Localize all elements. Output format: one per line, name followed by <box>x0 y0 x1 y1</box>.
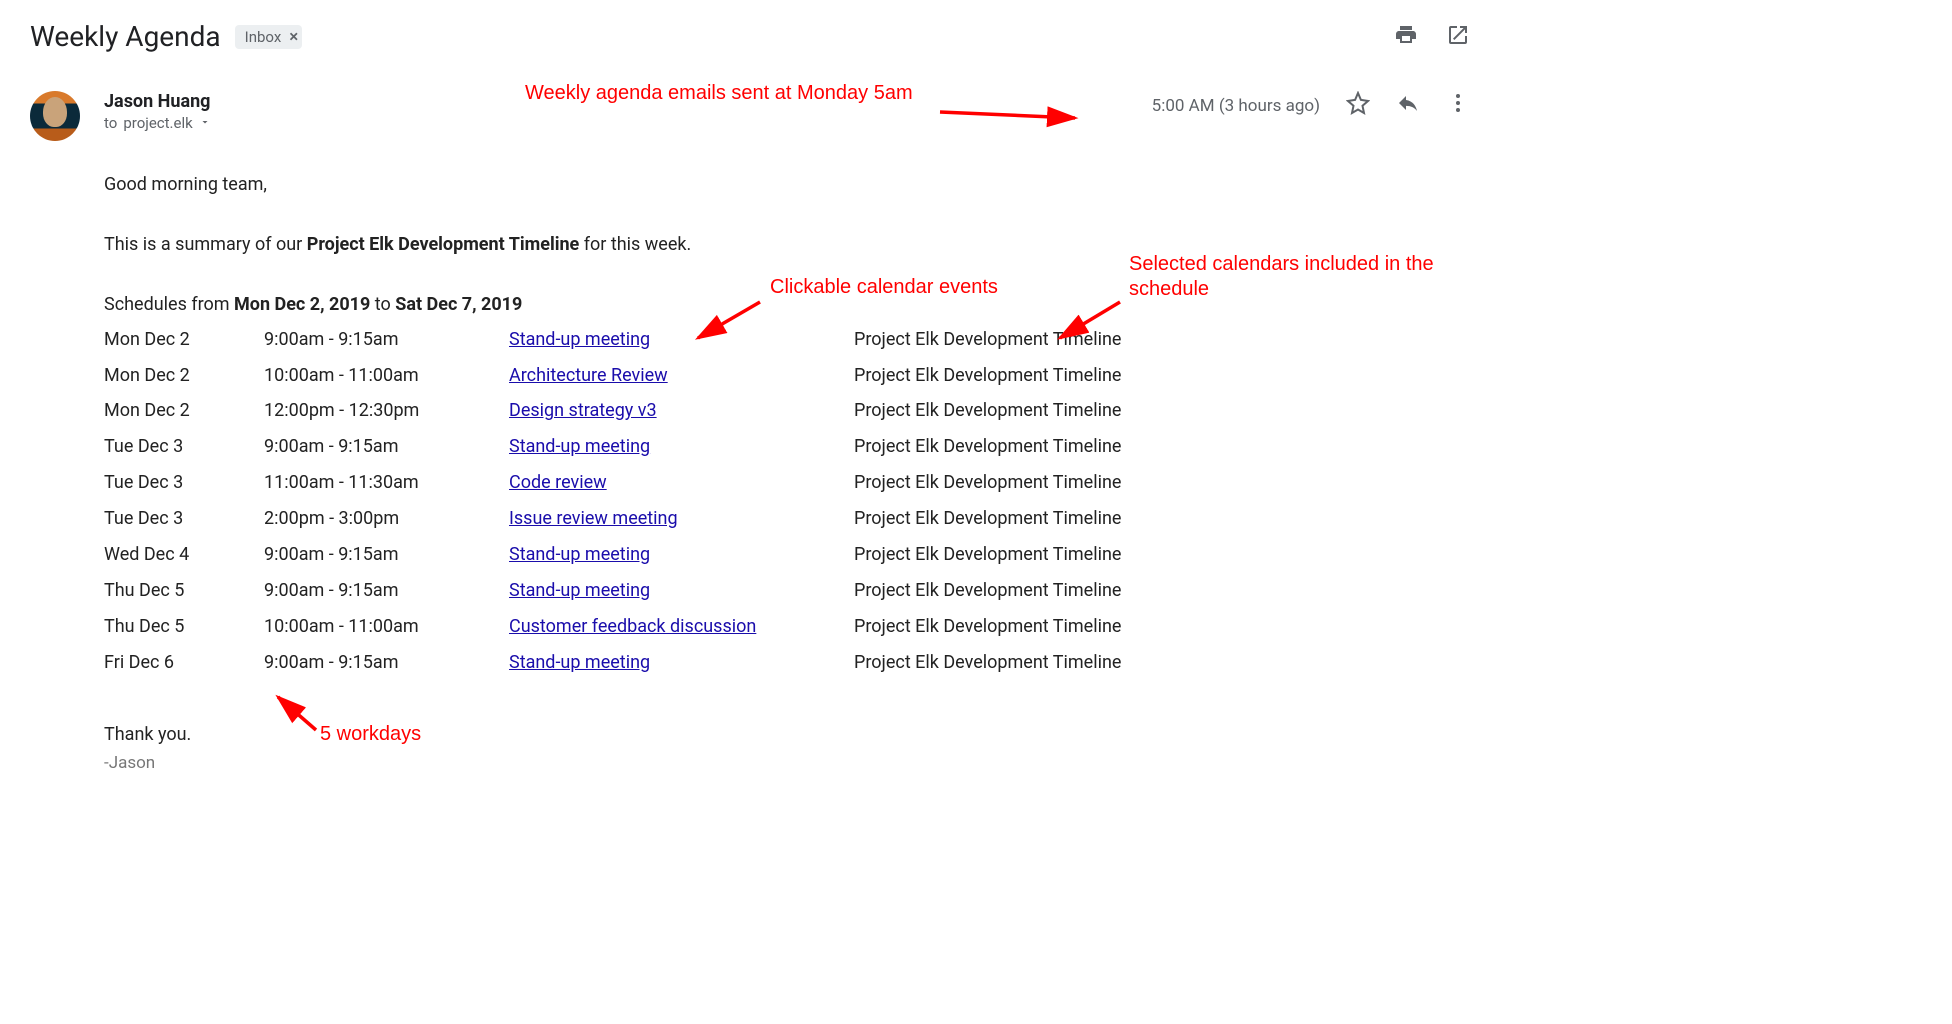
event-link[interactable]: Stand-up meeting <box>509 329 650 350</box>
schedule-time: 9:00am - 9:15am <box>264 645 509 681</box>
schedule-calendar: Project Elk Development Timeline <box>854 537 1121 573</box>
schedule-calendar: Project Elk Development Timeline <box>854 429 1121 465</box>
inbox-chip-label: Inbox <box>245 28 282 46</box>
schedule-date: Wed Dec 4 <box>104 537 264 573</box>
schedule-event: Architecture Review <box>509 358 854 394</box>
schedule-calendar: Project Elk Development Timeline <box>854 501 1121 537</box>
schedule-time: 11:00am - 11:30am <box>264 465 509 501</box>
email-meta: 5:00 AM (3 hours ago) <box>1152 91 1470 120</box>
header-actions <box>1394 23 1470 51</box>
schedule-event: Stand-up meeting <box>509 322 854 358</box>
schedule-date: Fri Dec 6 <box>104 645 264 681</box>
event-link[interactable]: Architecture Review <box>509 365 668 386</box>
intro-bold: Project Elk Development Timeline <box>307 234 580 255</box>
schedule-date: Mon Dec 2 <box>104 322 264 358</box>
schedule-event: Design strategy v3 <box>509 393 854 429</box>
avatar[interactable] <box>30 91 80 141</box>
intro-pre: This is a summary of our <box>104 234 307 255</box>
schedule-time: 9:00am - 9:15am <box>264 573 509 609</box>
schedule-calendar: Project Elk Development Timeline <box>854 358 1121 394</box>
sched-from: Mon Dec 2, 2019 <box>234 294 370 315</box>
event-link[interactable]: Design strategy v3 <box>509 400 657 421</box>
schedule-time: 9:00am - 9:15am <box>264 322 509 358</box>
intro-line: This is a summary of our Project Elk Dev… <box>104 231 1470 259</box>
to-address: project.elk <box>123 114 192 132</box>
table-row: Tue Dec 39:00am - 9:15amStand-up meeting… <box>104 429 1121 465</box>
schedule-date: Mon Dec 2 <box>104 393 264 429</box>
schedule-event: Issue review meeting <box>509 501 854 537</box>
schedule-calendar: Project Elk Development Timeline <box>854 465 1121 501</box>
schedule-date: Tue Dec 3 <box>104 501 264 537</box>
schedule-event: Stand-up meeting <box>509 573 854 609</box>
thanks: Thank you. <box>104 721 1470 749</box>
schedule-calendar: Project Elk Development Timeline <box>854 393 1121 429</box>
event-link[interactable]: Customer feedback discussion <box>509 616 756 637</box>
schedule-calendar: Project Elk Development Timeline <box>854 322 1121 358</box>
schedule-event: Customer feedback discussion <box>509 609 854 645</box>
schedule-event: Code review <box>509 465 854 501</box>
event-link[interactable]: Issue review meeting <box>509 508 678 529</box>
star-icon[interactable] <box>1346 91 1370 120</box>
schedule-header: Schedules from Mon Dec 2, 2019 to Sat De… <box>104 291 1470 319</box>
to-prefix: to <box>104 114 117 132</box>
event-link[interactable]: Code review <box>509 472 607 493</box>
signature: -Jason <box>104 750 1470 776</box>
schedule-date: Tue Dec 3 <box>104 465 264 501</box>
event-link[interactable]: Stand-up meeting <box>509 580 650 601</box>
reply-icon[interactable] <box>1396 91 1420 120</box>
schedule-time: 12:00pm - 12:30pm <box>264 393 509 429</box>
table-row: Thu Dec 59:00am - 9:15amStand-up meeting… <box>104 573 1121 609</box>
schedule-time: 10:00am - 11:00am <box>264 609 509 645</box>
table-row: Wed Dec 49:00am - 9:15amStand-up meeting… <box>104 537 1121 573</box>
table-row: Tue Dec 311:00am - 11:30amCode review Pro… <box>104 465 1121 501</box>
schedule-table: Mon Dec 29:00am - 9:15amStand-up meeting… <box>104 322 1121 681</box>
sched-to: Sat Dec 7, 2019 <box>395 294 522 315</box>
schedule-calendar: Project Elk Development Timeline <box>854 573 1121 609</box>
schedule-date: Thu Dec 5 <box>104 573 264 609</box>
schedule-time: 2:00pm - 3:00pm <box>264 501 509 537</box>
sender-block: Jason Huang to project.elk <box>104 91 1152 132</box>
schedule-time: 9:00am - 9:15am <box>264 537 509 573</box>
open-new-window-icon[interactable] <box>1446 23 1470 51</box>
table-row: Mon Dec 212:00pm - 12:30pmDesign strateg… <box>104 393 1121 429</box>
table-row: Fri Dec 69:00am - 9:15amStand-up meeting… <box>104 645 1121 681</box>
recipients[interactable]: to project.elk <box>104 114 1152 132</box>
sched-mid: to <box>370 294 395 315</box>
table-row: Mon Dec 210:00am - 11:00amArchitecture R… <box>104 358 1121 394</box>
schedule-event: Stand-up meeting <box>509 429 854 465</box>
dropdown-icon[interactable] <box>199 114 211 132</box>
schedule-date: Tue Dec 3 <box>104 429 264 465</box>
schedule-calendar: Project Elk Development Timeline <box>854 609 1121 645</box>
email-header: Weekly Agenda Inbox × <box>30 0 1470 53</box>
table-row: Thu Dec 510:00am - 11:00amCustomer feedb… <box>104 609 1121 645</box>
timestamp: 5:00 AM (3 hours ago) <box>1152 96 1320 116</box>
table-row: Mon Dec 29:00am - 9:15amStand-up meeting… <box>104 322 1121 358</box>
schedule-event: Stand-up meeting <box>509 645 854 681</box>
table-row: Tue Dec 32:00pm - 3:00pmIssue review mee… <box>104 501 1121 537</box>
event-link[interactable]: Stand-up meeting <box>509 544 650 565</box>
close-icon[interactable]: × <box>289 27 298 47</box>
sched-pre: Schedules from <box>104 294 234 315</box>
schedule-date: Mon Dec 2 <box>104 358 264 394</box>
greeting: Good morning team, <box>104 171 1470 199</box>
email-body: Good morning team, This is a summary of … <box>104 171 1470 777</box>
email-subject: Weekly Agenda <box>30 20 221 53</box>
print-icon[interactable] <box>1394 23 1418 51</box>
schedule-event: Stand-up meeting <box>509 537 854 573</box>
event-link[interactable]: Stand-up meeting <box>509 652 650 673</box>
schedule-calendar: Project Elk Development Timeline <box>854 645 1121 681</box>
event-link[interactable]: Stand-up meeting <box>509 436 650 457</box>
intro-post: for this week. <box>579 234 691 255</box>
sender-row: Jason Huang to project.elk 5:00 AM (3 ho… <box>30 91 1470 141</box>
schedule-time: 9:00am - 9:15am <box>264 429 509 465</box>
schedule-time: 10:00am - 11:00am <box>264 358 509 394</box>
sender-name[interactable]: Jason Huang <box>104 91 1152 112</box>
inbox-chip[interactable]: Inbox × <box>235 25 303 49</box>
more-icon[interactable] <box>1446 91 1470 120</box>
schedule-date: Thu Dec 5 <box>104 609 264 645</box>
